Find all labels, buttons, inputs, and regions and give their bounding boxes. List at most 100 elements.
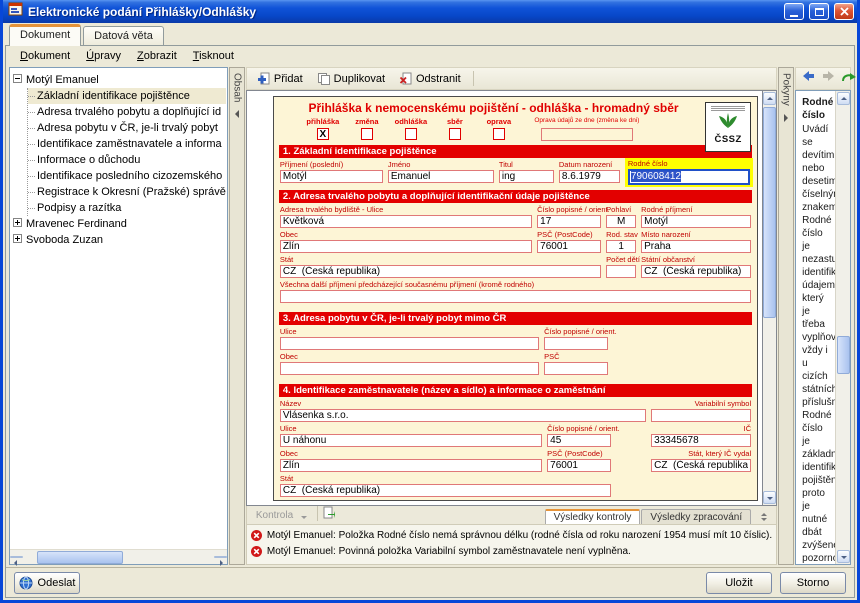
menu-tisknout[interactable]: Tisknout xyxy=(185,48,242,64)
tree-item-adresa-trvaleho[interactable]: Adresa trvalého pobytu a doplňující id xyxy=(28,104,226,120)
cssz-logo: ČSSZ xyxy=(705,102,751,152)
menu-upravy[interactable]: Úpravy xyxy=(78,48,129,64)
s2-obec-field[interactable] xyxy=(280,240,532,253)
pokyny-strip[interactable]: Pokyny xyxy=(778,67,794,565)
s4-psc-field[interactable] xyxy=(547,459,611,472)
datum-narozeni-field[interactable] xyxy=(559,170,620,183)
scrollbar-thumb[interactable] xyxy=(837,336,850,374)
s2-ulice-field[interactable] xyxy=(280,215,532,228)
scroll-down-arrow[interactable] xyxy=(837,550,850,563)
s3-obec-field[interactable] xyxy=(280,362,539,375)
checkbox-zmena[interactable] xyxy=(361,128,373,140)
back-button[interactable] xyxy=(801,69,816,88)
tab-datova-veta[interactable]: Datová věta xyxy=(83,26,164,45)
panel-resize-spinner[interactable] xyxy=(757,513,771,521)
scroll-left-arrow[interactable] xyxy=(10,556,23,558)
add-button[interactable]: Přidat xyxy=(251,70,309,87)
odeslat-button[interactable]: Odeslat xyxy=(14,572,80,594)
tree-root-motyl[interactable]: Motýl Emanuel xyxy=(13,72,226,88)
help-heading: Rodné číslo xyxy=(802,96,829,122)
prijmeni-field[interactable] xyxy=(280,170,383,183)
collapse-right-icon[interactable] xyxy=(784,114,788,122)
error-row[interactable]: Motýl Emanuel: Položka Rodné číslo nemá … xyxy=(251,527,772,543)
scrollbar-thumb[interactable] xyxy=(763,107,776,318)
menu-zobrazit[interactable]: Zobrazit xyxy=(129,48,185,64)
tree-item-adresa-pobytu[interactable]: Adresa pobytu v ČR, je-li trvalý pobyt xyxy=(28,120,226,136)
scrollbar-thumb[interactable] xyxy=(37,551,123,564)
scroll-up-arrow[interactable] xyxy=(837,92,850,105)
obsah-strip-label[interactable]: Obsah xyxy=(231,73,242,102)
pokyny-strip-label[interactable]: Pokyny xyxy=(781,73,792,106)
pohlavi-field[interactable] xyxy=(606,215,636,228)
section-2: 2. Adresa trvalého pobytu a doplňující i… xyxy=(279,190,752,305)
s3-ulice-field[interactable] xyxy=(280,337,539,350)
tree-horizontal-scrollbar[interactable] xyxy=(10,549,227,564)
s4-obec-field[interactable] xyxy=(280,459,542,472)
tab-dokument[interactable]: Dokument xyxy=(9,24,81,46)
kontrola-dropdown[interactable]: Kontrola xyxy=(250,510,313,524)
tree-root-label[interactable]: Svoboda Zuzan xyxy=(26,234,103,246)
s3-psc-field[interactable] xyxy=(544,362,608,375)
tree-item-identifikace-zamestnavatele[interactable]: Identifikace zaměstnavatele a informa xyxy=(28,136,226,152)
checkbox-oprava[interactable] xyxy=(493,128,505,140)
refresh-button[interactable] xyxy=(841,70,857,88)
tree-root-mravenec[interactable]: Mravenec Ferdinand xyxy=(13,216,226,232)
rodne-cislo-field[interactable]: 790608412 xyxy=(628,169,750,185)
menu-dokument[interactable]: Dokument xyxy=(12,48,78,64)
titul-field[interactable] xyxy=(499,170,554,183)
tree-item-informace-duchod[interactable]: Informace o důchodu xyxy=(28,152,226,168)
oprava-date-input[interactable] xyxy=(541,128,633,141)
s2-cislo-field[interactable] xyxy=(537,215,601,228)
checkbox-sber[interactable] xyxy=(449,128,461,140)
tree-item-registrace[interactable]: Registrace k Okresní (Pražské) správě xyxy=(28,184,226,200)
s4-ulice-field[interactable] xyxy=(280,434,542,447)
tree-root-svoboda[interactable]: Svoboda Zuzan xyxy=(13,232,226,248)
help-scrollbar[interactable] xyxy=(835,91,850,564)
collapse-icon[interactable] xyxy=(13,74,22,86)
scroll-down-arrow[interactable] xyxy=(763,491,776,504)
checkbox-prihlaska[interactable]: X xyxy=(317,128,329,140)
error-row[interactable]: Motýl Emanuel: Povinná položka Variabiln… xyxy=(251,543,772,559)
s2-psc-field[interactable] xyxy=(537,240,601,253)
storno-button[interactable]: Storno xyxy=(780,572,846,594)
form-vertical-scrollbar[interactable] xyxy=(762,90,777,506)
misto-narozeni-field[interactable] xyxy=(641,240,751,253)
obcanstvi-field[interactable] xyxy=(641,265,751,278)
scroll-up-arrow[interactable] xyxy=(763,92,776,105)
tree-root-label[interactable]: Mravenec Ferdinand xyxy=(26,218,127,230)
rod-stav-field[interactable] xyxy=(606,240,636,253)
close-button[interactable] xyxy=(834,3,854,20)
s2-stat-field[interactable] xyxy=(280,265,601,278)
s3-cislo-field[interactable] xyxy=(544,337,608,350)
expand-icon[interactable] xyxy=(13,218,22,230)
scroll-right-arrow[interactable] xyxy=(214,556,227,558)
minimize-button[interactable] xyxy=(784,3,804,20)
duplicate-button[interactable]: Duplikovat xyxy=(311,70,391,87)
ic-field[interactable] xyxy=(651,434,751,447)
forward-button[interactable] xyxy=(821,69,836,88)
variabilni-symbol-field[interactable] xyxy=(651,409,751,422)
obsah-strip[interactable]: Obsah xyxy=(229,67,245,565)
expand-icon[interactable] xyxy=(13,234,22,246)
tree-item-zakladni-identifikace[interactable]: Základní identifikace pojištěnce xyxy=(28,88,226,104)
tree-item-cizozemsky[interactable]: Identifikace posledního cizozemského xyxy=(28,168,226,184)
pocet-deti-field[interactable] xyxy=(606,265,636,278)
collapse-left-icon[interactable] xyxy=(235,110,239,118)
tree-root-label[interactable]: Motýl Emanuel xyxy=(26,74,99,86)
oprava-date-label: Oprava údajů ze dne (změna ke dni) xyxy=(531,117,643,125)
ulozit-button[interactable]: Uložit xyxy=(706,572,772,594)
checkbox-odhlaska[interactable] xyxy=(405,128,417,140)
tab-vysledky-zpracovani[interactable]: Výsledky zpracování xyxy=(641,509,751,524)
s4-stat-field[interactable] xyxy=(280,484,611,497)
remove-button[interactable]: Odstranit xyxy=(393,70,467,87)
nazev-field[interactable] xyxy=(280,409,646,422)
stat-ic-field[interactable] xyxy=(651,459,751,472)
rodne-prijmeni-field[interactable] xyxy=(641,215,751,228)
run-check-button[interactable] xyxy=(322,506,335,524)
jmeno-field[interactable] xyxy=(388,170,494,183)
dalsi-prijmeni-field[interactable] xyxy=(280,290,751,303)
s4-cislo-field[interactable] xyxy=(547,434,611,447)
tree-item-podpisy[interactable]: Podpisy a razítka xyxy=(28,200,226,216)
tab-vysledky-kontroly[interactable]: Výsledky kontroly xyxy=(545,509,641,524)
maximize-button[interactable] xyxy=(809,3,829,20)
